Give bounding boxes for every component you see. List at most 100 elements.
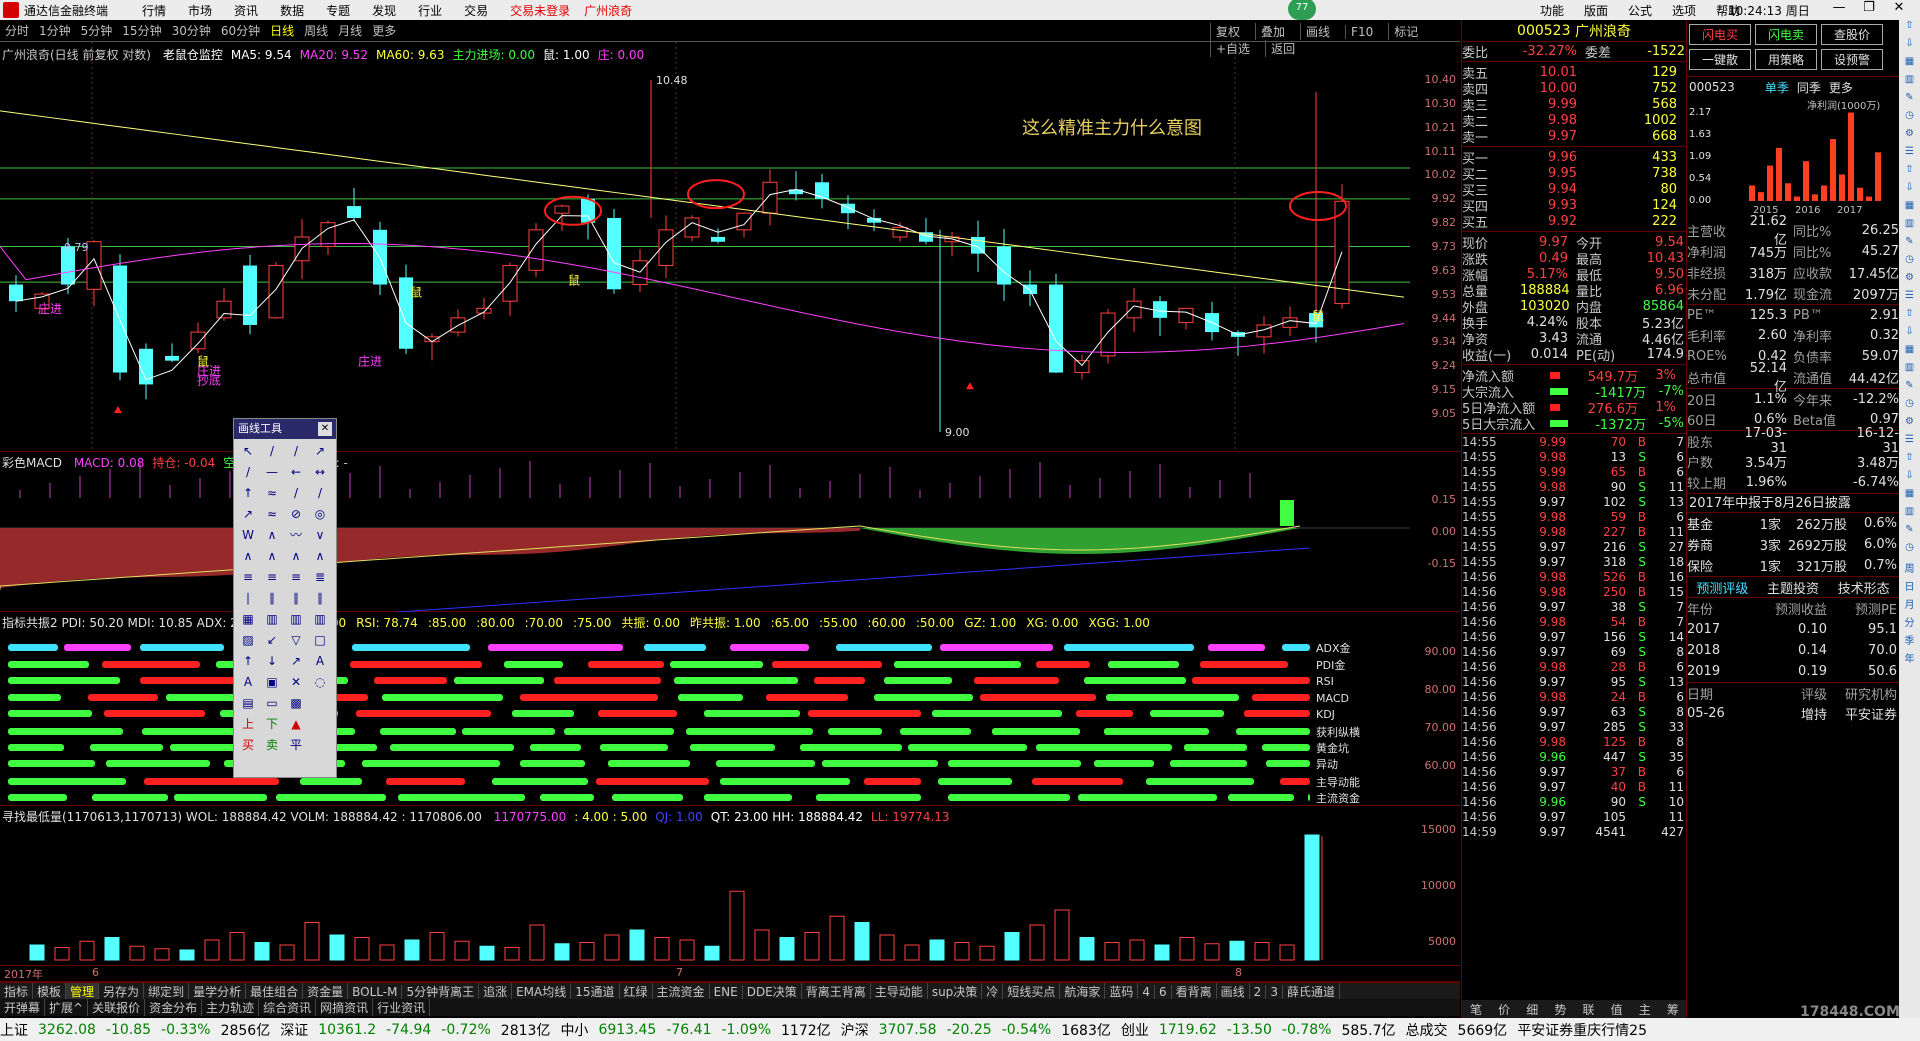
draw-tool-icon[interactable]: ▤ — [236, 693, 260, 714]
chart-button[interactable]: 复权 — [1210, 23, 1245, 40]
tool-icon[interactable]: ▥ — [1899, 362, 1920, 380]
draw-tool-icon[interactable]: ≡ — [284, 567, 308, 588]
quote-tab[interactable]: 细 — [1518, 1001, 1546, 1018]
quote-tab[interactable]: 价 — [1490, 1001, 1518, 1018]
draw-tool-icon[interactable]: A — [308, 651, 332, 672]
period-tab[interactable]: 1分钟 — [39, 22, 71, 39]
indicator-tab[interactable]: 量学分析 — [189, 983, 247, 1000]
period-shortcut[interactable]: 年 — [1899, 650, 1920, 668]
macd-chart[interactable] — [0, 452, 1410, 612]
status-text[interactable]: 交易未登录 — [510, 4, 570, 18]
tool-icon[interactable]: ⇧ — [1899, 308, 1920, 326]
draw-tool-icon[interactable]: □ — [308, 630, 332, 651]
tool-icon[interactable]: ▦ — [1899, 488, 1920, 506]
indicator-tab[interactable]: 追涨 — [479, 983, 513, 1000]
draw-tool-icon[interactable]: ▩ — [284, 693, 308, 714]
tool-icon[interactable]: ⇧ — [1899, 164, 1920, 182]
right-menu-item[interactable]: 公式 — [1628, 4, 1652, 18]
draw-tool-icon[interactable]: ↑ — [236, 651, 260, 672]
extension-tab[interactable]: 资金分布 — [145, 999, 203, 1016]
chart-button[interactable]: 叠加 — [1255, 23, 1290, 40]
draw-tool-icon[interactable]: ≈ — [260, 504, 284, 525]
tool-icon[interactable]: ☰ — [1899, 290, 1920, 308]
menu-item[interactable]: 行业 — [418, 4, 442, 18]
draw-tool-icon[interactable]: / — [260, 441, 284, 462]
period-tab[interactable]: 30分钟 — [172, 22, 211, 39]
volume-pane[interactable]: 寻找最低量(1170613,1170713) WOL: 188884.42 VO… — [0, 806, 1460, 966]
draw-tool-icon[interactable]: ↗ — [284, 651, 308, 672]
tool-icon[interactable]: ✎ — [1899, 524, 1920, 542]
indicator-tab[interactable]: DDE决策 — [743, 983, 802, 1000]
notification-badge[interactable]: 77 — [1288, 0, 1316, 20]
menu-item[interactable]: 发现 — [372, 4, 396, 18]
trade-button[interactable]: 闪电买 — [1689, 24, 1751, 45]
chart-button[interactable]: 标记 — [1388, 23, 1423, 40]
indicator-tab[interactable]: 5分钟背离王 — [402, 983, 480, 1000]
draw-tool-icon[interactable]: ∧ — [236, 546, 260, 567]
quote-tab[interactable]: 主 — [1631, 1001, 1659, 1018]
extension-tab[interactable]: 关联报价 — [88, 999, 146, 1016]
trade-button[interactable]: 用策略 — [1755, 49, 1817, 70]
tool-icon[interactable]: ☰ — [1899, 146, 1920, 164]
indicator-tab[interactable]: 2 — [1250, 985, 1267, 999]
draw-tool-icon[interactable]: ∥ — [260, 588, 284, 609]
tool-icon[interactable]: ⚙ — [1899, 128, 1920, 146]
signal-chart[interactable]: ADX金 PDI金 RSI MACD KDJ 获利纵横黄金坑异动主导动能主流资金 — [0, 612, 1410, 806]
extension-tab[interactable]: 综合资讯 — [259, 999, 317, 1016]
period-shortcut[interactable]: 日 — [1899, 578, 1920, 596]
tool-icon[interactable]: ▥ — [1899, 506, 1920, 524]
indicator-tab[interactable]: 主流资金 — [653, 983, 710, 1000]
extension-tab[interactable]: 开弹幕 — [0, 999, 46, 1016]
draw-tool-icon[interactable]: 卖 — [260, 735, 284, 756]
indicator-tab[interactable]: 短线买点 — [1003, 983, 1061, 1000]
menu-item[interactable]: 专题 — [326, 4, 350, 18]
draw-tool-icon[interactable]: ▨ — [236, 630, 260, 651]
period-tab[interactable]: 5分钟 — [81, 22, 113, 39]
quote-tab[interactable]: 联 — [1575, 1001, 1603, 1018]
extension-tab[interactable]: 行业资讯 — [373, 999, 431, 1016]
fin-tab[interactable]: 更多 — [1829, 81, 1853, 95]
indicator-tab[interactable]: 资金量 — [303, 983, 349, 1000]
tool-icon[interactable]: ▦ — [1899, 56, 1920, 74]
indicator-tab[interactable]: 最佳组合 — [246, 983, 304, 1000]
indicator-tab[interactable]: 薛氏通道 — [1283, 983, 1340, 1000]
draw-tool-icon[interactable]: ↗ — [308, 441, 332, 462]
toolbox-titlebar[interactable]: 画线工具 ✕ — [234, 419, 336, 439]
indicator-tab[interactable]: BOLL-M — [348, 985, 403, 999]
menu-item[interactable]: 交易 — [464, 4, 488, 18]
indicator-tab[interactable]: 4 — [1138, 985, 1155, 999]
menu-item[interactable]: 行情 — [142, 4, 166, 18]
status-text[interactable]: 广州浪奇 — [584, 4, 632, 18]
draw-tool-icon[interactable]: ∨ — [308, 525, 332, 546]
menu-item[interactable]: 数据 — [280, 4, 304, 18]
indicator-tab[interactable]: 蓝码 — [1105, 983, 1139, 1000]
draw-tool-icon[interactable]: — — [260, 462, 284, 483]
draw-tool-icon[interactable]: ∧ — [284, 546, 308, 567]
kline-pane[interactable]: 广州浪奇(日线 前复权 对数) 老鼠仓监控 MA5: 9.54 MA20: 9.52… — [0, 42, 1460, 452]
draw-tool-icon[interactable]: ▭ — [260, 693, 284, 714]
menu-item[interactable]: 市场 — [188, 4, 212, 18]
period-tab[interactable]: 15分钟 — [122, 22, 161, 39]
draw-tool-icon[interactable]: ∧ — [260, 525, 284, 546]
order-row[interactable]: 买五 9.92 222 — [1462, 213, 1686, 231]
fin-tab[interactable]: 同季 — [1797, 81, 1821, 95]
tool-icon[interactable]: ✎ — [1899, 380, 1920, 398]
draw-tool-icon[interactable]: ≈ — [260, 483, 284, 504]
quote-tab[interactable]: 值 — [1603, 1001, 1631, 1018]
period-shortcut[interactable]: 分 — [1899, 614, 1920, 632]
draw-tool-icon[interactable]: ↙ — [260, 630, 284, 651]
indicator-tab[interactable]: 看背离 — [1172, 983, 1217, 1000]
tool-icon[interactable]: ▥ — [1899, 218, 1920, 236]
period-tab[interactable]: 日线 — [270, 22, 294, 39]
period-tab[interactable]: 月线 — [338, 22, 362, 39]
tool-icon[interactable]: ⇩ — [1899, 326, 1920, 344]
draw-tool-icon[interactable]: ← — [284, 462, 308, 483]
tool-icon[interactable]: ▦ — [1899, 200, 1920, 218]
draw-tool-icon[interactable]: ≡ — [260, 567, 284, 588]
tick-list[interactable]: 14:55 9.99 70 B 7 14:55 9.98 13 S 6 14:55 9.99 65 B 6 1… — [1462, 434, 1686, 839]
indicator-tab[interactable]: 管理 — [66, 983, 100, 1000]
indicator-tab[interactable]: 红绿 — [620, 983, 653, 1000]
draw-tool-icon[interactable]: ✕ — [284, 672, 308, 693]
chart-button[interactable]: F10 — [1345, 25, 1378, 39]
predict-tab[interactable]: 主题投资 — [1758, 578, 1829, 597]
